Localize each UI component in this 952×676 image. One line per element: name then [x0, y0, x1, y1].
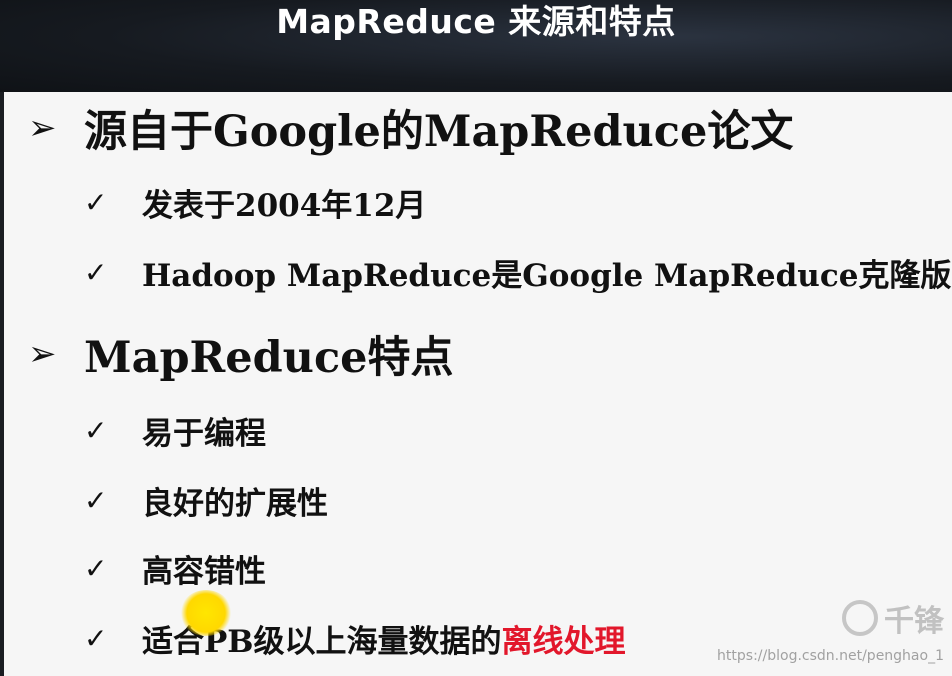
checkmark-icon: ✓	[84, 255, 108, 289]
list-item: ✓ Hadoop MapReduce是Google MapReduce克隆版	[84, 250, 951, 294]
checkmark-icon: ✓	[84, 551, 108, 585]
checkmark-icon: ✓	[84, 483, 108, 517]
watermark: 千锋	[842, 600, 944, 639]
list-item: ✓ 易于编程	[84, 408, 266, 452]
section-heading-features: ➢ MapReduce特点	[28, 324, 454, 384]
list-item: ✓ 良好的扩展性	[84, 478, 328, 522]
video-title-bar: MapReduce 来源和特点	[0, 0, 952, 92]
checkmark-icon: ✓	[84, 185, 108, 219]
arrow-bullet-icon: ➢	[28, 108, 57, 148]
pointer-highlight	[180, 590, 232, 636]
section-heading-origin: ➢ 源自于Google的MapReduce论文	[28, 98, 793, 158]
list-item-text: Hadoop MapReduce是Google MapReduce克隆版	[142, 257, 952, 294]
slide-content: ➢ 源自于Google的MapReduce论文 ✓ 发表于2004年12月 ✓ …	[4, 92, 952, 676]
section-heading-text: MapReduce特点	[84, 333, 454, 383]
highlight-text: 离线处理	[501, 623, 626, 660]
watermark-url: https://blog.csdn.net/penghao_1	[717, 648, 944, 664]
arrow-bullet-icon: ➢	[28, 334, 57, 374]
checkmark-icon: ✓	[84, 621, 108, 655]
list-item-text: 发表于2004年12月	[142, 187, 427, 224]
list-item-text: 良好的扩展性	[142, 485, 328, 522]
list-item: ✓ 适合PB级以上海量数据的 离线处理	[84, 616, 626, 660]
list-item-text: 易于编程	[142, 415, 266, 452]
list-item: ✓ 高容错性	[84, 546, 266, 590]
watermark-brand: 千锋	[884, 604, 944, 639]
brand-logo-icon	[842, 600, 878, 636]
checkmark-icon: ✓	[84, 413, 108, 447]
slide-title: MapReduce 来源和特点	[276, 2, 676, 41]
list-item-text: 高容错性	[142, 553, 266, 590]
section-heading-text: 源自于Google的MapReduce论文	[84, 107, 794, 157]
list-item: ✓ 发表于2004年12月	[84, 180, 426, 224]
